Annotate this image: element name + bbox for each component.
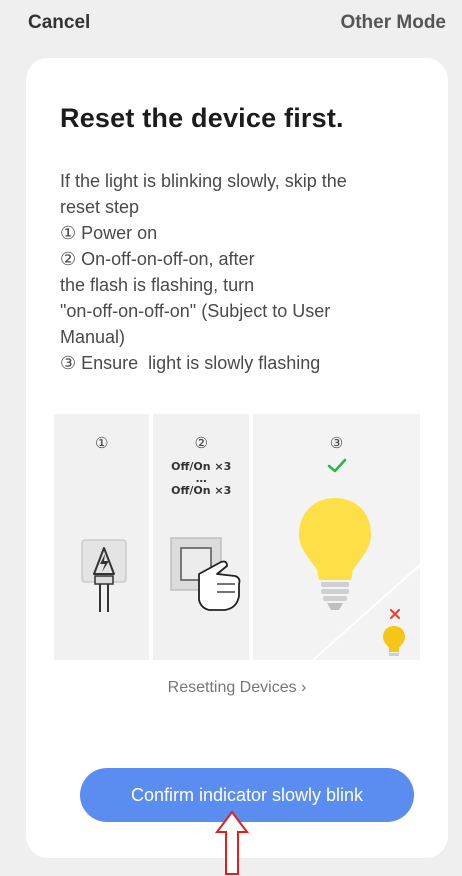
cancel-button[interactable]: Cancel [28, 12, 90, 34]
light-bulb-small-icon [382, 626, 405, 656]
cross-icon [389, 608, 401, 620]
step-number: ① [95, 435, 109, 452]
light-bulb-bright-icon [298, 498, 371, 610]
instruction-line: "on-off-on-off-on" (Subject to User [60, 301, 331, 321]
light-switch-icon [170, 537, 241, 611]
instruction-line: ① Power on [60, 223, 158, 243]
instruction-line: If the light is blinking slowly, skip th… [60, 171, 347, 191]
reset-card: Reset the device first. If the light is … [26, 58, 448, 858]
instruction-line: reset step [60, 197, 140, 217]
instruction-line: Manual) [60, 327, 126, 347]
check-icon [327, 458, 347, 473]
reset-steps-illustration: ① ② Off/On ×3 … Off/On ×3 ③ [54, 414, 420, 660]
step-slow-blink: ③ [252, 414, 420, 660]
page-title: Reset the device first. [60, 103, 344, 133]
instruction-line: ③ Ensure light is slowly flashing [60, 353, 321, 373]
resetting-devices-link[interactable]: Resetting Devices › [26, 679, 448, 697]
step-power-on: ① [54, 414, 150, 660]
power-plug-icon [81, 539, 127, 612]
up-arrow-annotation [215, 810, 249, 875]
other-mode-button[interactable]: Other Mode [340, 12, 446, 34]
top-bar: Cancel Other Mode [0, 0, 462, 46]
step-number: ② [194, 435, 208, 452]
reset-instructions: If the light is blinking slowly, skip th… [60, 168, 430, 376]
step-toggle-switch: ② Off/On ×3 … Off/On ×3 [153, 414, 249, 660]
instruction-line: ② On-off-on-off-on, after [60, 249, 255, 269]
instruction-line: the flash is flashing, turn [60, 275, 255, 295]
switch-instruction-2: Off/On ×3 [171, 484, 232, 497]
